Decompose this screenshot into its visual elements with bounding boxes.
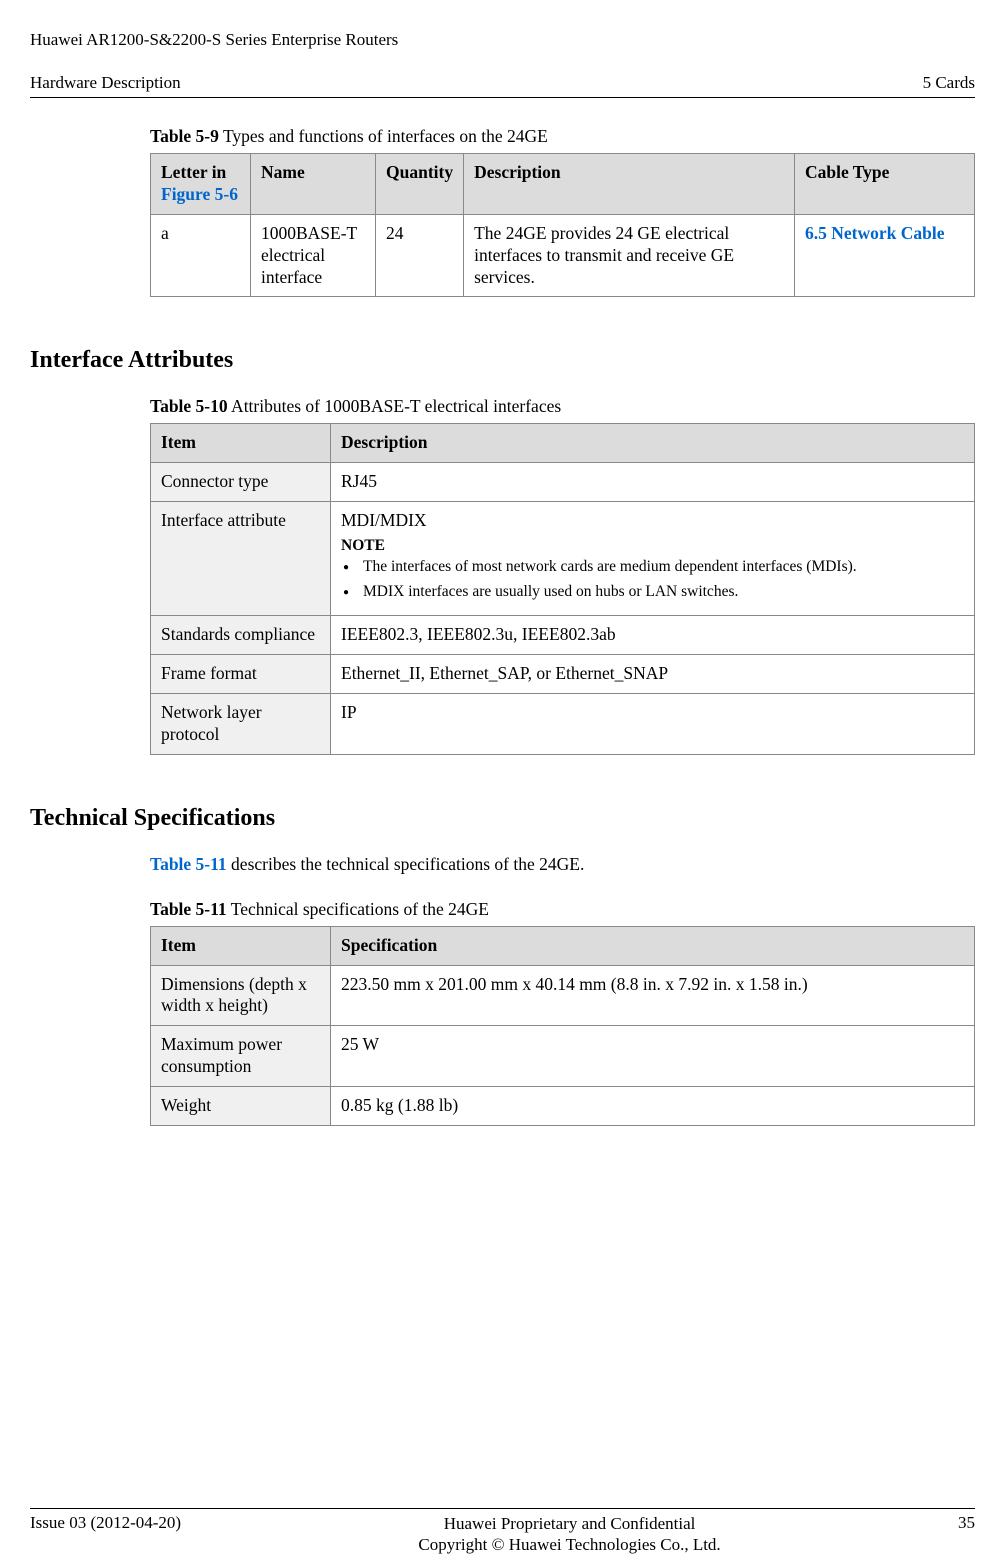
cell-item-power: Maximum power consumption xyxy=(151,1026,331,1087)
tech-spec-intro: Table 5-11 describes the technical speci… xyxy=(150,854,975,875)
th-letter: Letter in Figure 5-6 xyxy=(151,154,251,215)
heading-interface-attributes: Interface Attributes xyxy=(30,347,975,374)
th-description: Description xyxy=(464,154,795,215)
table-5-9-label: Table 5-9 xyxy=(150,126,219,146)
th-letter-a: Letter in xyxy=(161,162,226,182)
cell-item-attr: Interface attribute xyxy=(151,502,331,616)
note-list: The interfaces of most network cards are… xyxy=(341,557,964,603)
header-product-line2: Hardware Description xyxy=(30,73,181,92)
cell-item-dimensions: Dimensions (depth x width x height) xyxy=(151,965,331,1026)
section-interface-attributes: Interface Attributes xyxy=(30,347,975,374)
cell-quantity: 24 xyxy=(376,214,464,297)
table-row: Network layer protocol IP xyxy=(151,693,975,754)
footer-page-number: 35 xyxy=(958,1513,975,1533)
figure-5-6-link[interactable]: Figure 5-6 xyxy=(161,184,238,204)
cell-desc-connector: RJ45 xyxy=(331,463,975,502)
footer-proprietary: Huawei Proprietary and Confidential xyxy=(444,1514,696,1533)
th-item: Item xyxy=(151,926,331,965)
table-5-11: Item Specification Dimensions (depth x w… xyxy=(150,926,975,1126)
table-row: Standards compliance IEEE802.3, IEEE802.… xyxy=(151,616,975,655)
list-item: The interfaces of most network cards are… xyxy=(359,557,964,578)
page-content: Table 5-9 Types and functions of interfa… xyxy=(30,98,975,1126)
attr-value: MDI/MDIX xyxy=(341,510,427,530)
cell-description: The 24GE provides 24 GE electrical inter… xyxy=(464,214,795,297)
section-technical-specifications: Technical Specifications xyxy=(30,805,975,832)
network-cable-link[interactable]: 6.5 Network Cable xyxy=(805,223,945,243)
cell-item-frame: Frame format xyxy=(151,655,331,694)
page-header: Huawei AR1200-S&2200-S Series Enterprise… xyxy=(30,0,975,98)
footer-center: Huawei Proprietary and Confidential Copy… xyxy=(181,1513,958,1556)
table-5-10-text: Attributes of 1000BASE-T electrical inte… xyxy=(228,396,562,416)
table-5-11-text: Technical specifications of the 24GE xyxy=(227,899,489,919)
table-5-10: Item Description Connector type RJ45 Int… xyxy=(150,423,975,754)
table-row: Letter in Figure 5-6 Name Quantity Descr… xyxy=(151,154,975,215)
heading-technical-specifications: Technical Specifications xyxy=(30,805,975,832)
cell-desc-frame: Ethernet_II, Ethernet_SAP, or Ethernet_S… xyxy=(331,655,975,694)
table-row: Frame format Ethernet_II, Ethernet_SAP, … xyxy=(151,655,975,694)
list-item: MDIX interfaces are usually used on hubs… xyxy=(359,582,964,603)
table-row: Maximum power consumption 25 W xyxy=(151,1026,975,1087)
table-row: Connector type RJ45 xyxy=(151,463,975,502)
table-row: Interface attribute MDI/MDIX NOTE The in… xyxy=(151,502,975,616)
cell-item-weight: Weight xyxy=(151,1087,331,1126)
table-5-9-text: Types and functions of interfaces on the… xyxy=(219,126,548,146)
cell-item-protocol: Network layer protocol xyxy=(151,693,331,754)
th-specification: Specification xyxy=(331,926,975,965)
th-name: Name xyxy=(251,154,376,215)
table-5-11-caption: Table 5-11 Technical specifications of t… xyxy=(150,899,975,920)
footer-copyright: Copyright © Huawei Technologies Co., Ltd… xyxy=(418,1535,720,1554)
page-footer: Issue 03 (2012-04-20) Huawei Proprietary… xyxy=(30,1508,975,1556)
footer-issue: Issue 03 (2012-04-20) xyxy=(30,1513,181,1533)
table-5-10-caption: Table 5-10 Attributes of 1000BASE-T elec… xyxy=(150,396,975,417)
table-5-10-label: Table 5-10 xyxy=(150,396,228,416)
table-row: a 1000BASE-T electrical interface 24 The… xyxy=(151,214,975,297)
cell-spec-weight: 0.85 kg (1.88 lb) xyxy=(331,1087,975,1126)
table-row: Item Specification xyxy=(151,926,975,965)
table-5-11-link[interactable]: Table 5-11 xyxy=(150,854,227,874)
tech-spec-intro-text: describes the technical specifications o… xyxy=(227,854,585,874)
th-quantity: Quantity xyxy=(376,154,464,215)
cell-item-standards: Standards compliance xyxy=(151,616,331,655)
table-5-9: Letter in Figure 5-6 Name Quantity Descr… xyxy=(150,153,975,297)
table-row: Item Description xyxy=(151,424,975,463)
cell-letter: a xyxy=(151,214,251,297)
cell-desc-standards: IEEE802.3, IEEE802.3u, IEEE802.3ab xyxy=(331,616,975,655)
table-5-9-caption: Table 5-9 Types and functions of interfa… xyxy=(150,126,975,147)
th-cable-type: Cable Type xyxy=(795,154,975,215)
table-row: Dimensions (depth x width x height) 223.… xyxy=(151,965,975,1026)
th-item: Item xyxy=(151,424,331,463)
cell-spec-power: 25 W xyxy=(331,1026,975,1087)
cell-desc-attr: MDI/MDIX NOTE The interfaces of most net… xyxy=(331,502,975,616)
header-chapter: 5 Cards xyxy=(923,73,975,93)
th-description: Description xyxy=(331,424,975,463)
cell-item-connector: Connector type xyxy=(151,463,331,502)
cell-cable-type: 6.5 Network Cable xyxy=(795,214,975,297)
cell-desc-protocol: IP xyxy=(331,693,975,754)
table-row: Weight 0.85 kg (1.88 lb) xyxy=(151,1087,975,1126)
table-5-11-label: Table 5-11 xyxy=(150,899,227,919)
header-product-line1: Huawei AR1200-S&2200-S Series Enterprise… xyxy=(30,30,398,49)
header-product: Huawei AR1200-S&2200-S Series Enterprise… xyxy=(30,8,398,93)
note-label: NOTE xyxy=(341,536,964,555)
cell-spec-dimensions: 223.50 mm x 201.00 mm x 40.14 mm (8.8 in… xyxy=(331,965,975,1026)
cell-name: 1000BASE-T electrical interface xyxy=(251,214,376,297)
